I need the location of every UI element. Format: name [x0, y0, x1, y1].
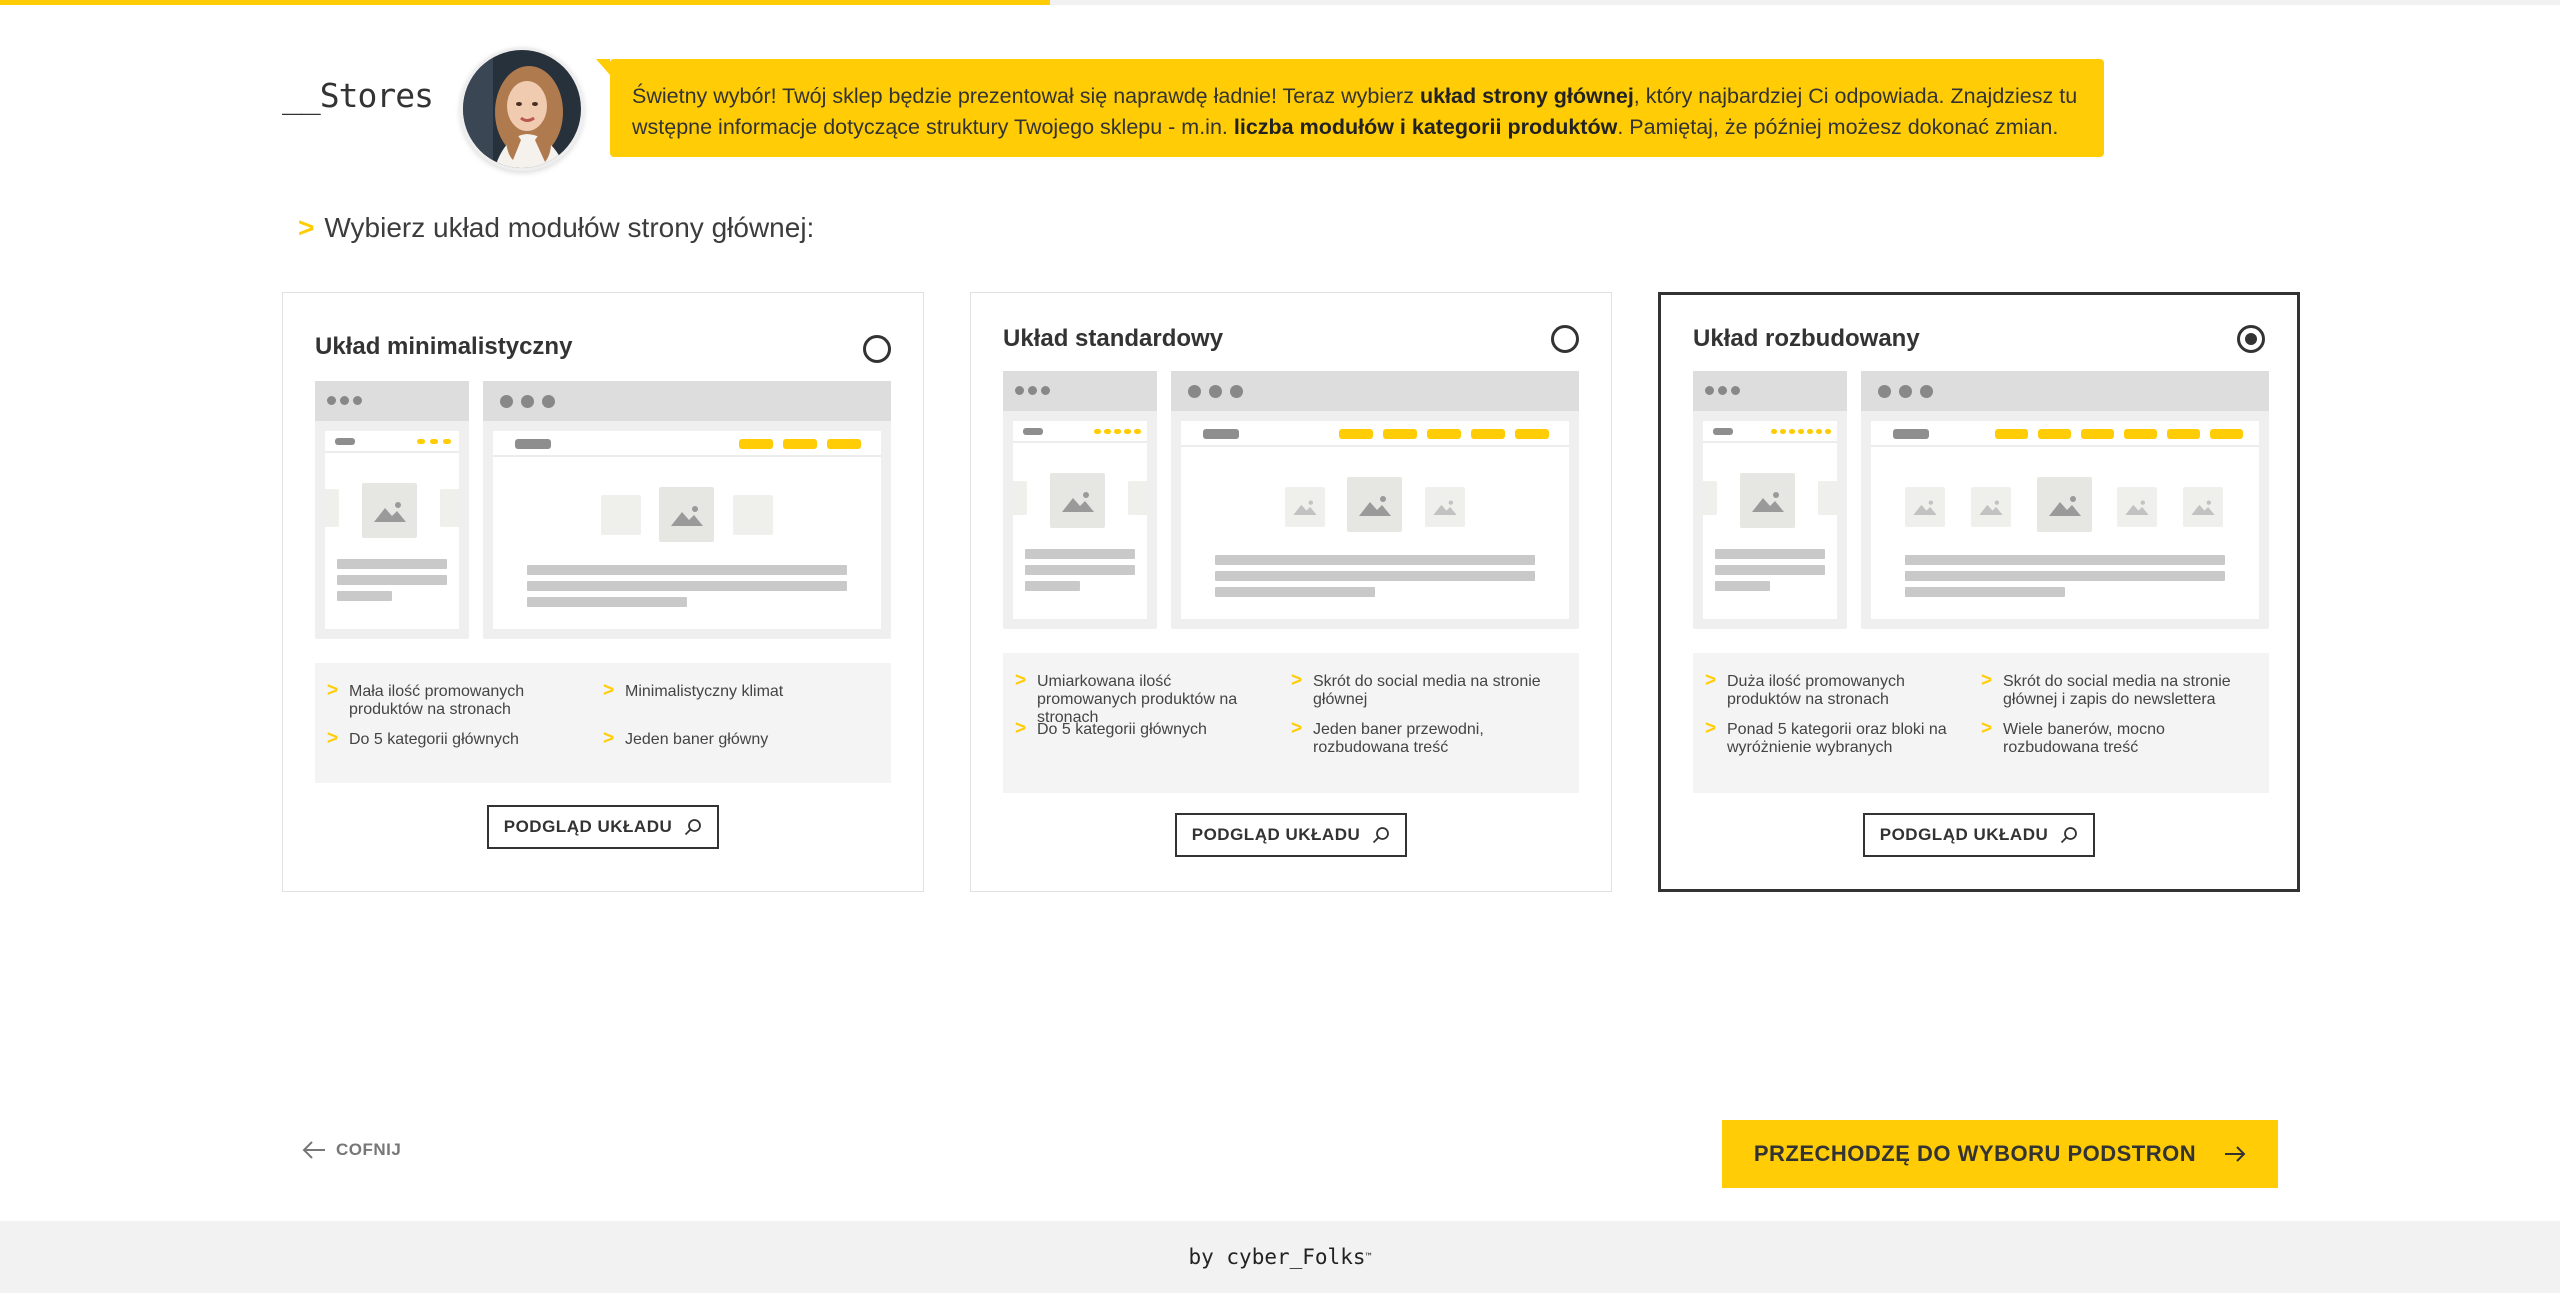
search-icon: [1373, 827, 1390, 844]
image-placeholder-icon: [362, 483, 417, 538]
layout-mockup: [1693, 371, 2269, 629]
feature-item: > Wiele banerów, mocno rozbudowana treść: [1981, 718, 2165, 756]
message-bold-text: liczba modułów i kategorii produktów: [1233, 115, 1618, 139]
layout-card-extended[interactable]: Układ rozbudowany > Duża ilość promowany…: [1658, 292, 2300, 892]
chevron-right-icon: >: [327, 680, 339, 701]
preview-button-label: PODGLĄD UKŁADU: [1879, 825, 2049, 844]
assistant-avatar: [460, 47, 584, 171]
layout-title: Układ rozbudowany: [1693, 325, 1920, 352]
feature-item: > Umiarkowana ilość promowanych produktów…: [1015, 670, 1238, 726]
features-box: > Mała ilość promowanych produktów na str…: [315, 663, 891, 783]
feature-item: > Skrót do social media na stronie główne…: [1291, 670, 1541, 708]
feature-item: > Do 5 kategorii głównych: [327, 728, 519, 749]
message-text: Świetny wybór! Twój sklep będzie prezent…: [632, 84, 1420, 108]
layout-radio[interactable]: [863, 335, 891, 363]
arrow-left-icon: [302, 1141, 325, 1159]
image-placeholder-icon: [2037, 477, 2092, 532]
footer-prefix: by: [1188, 1245, 1227, 1269]
preview-layout-button[interactable]: PODGLĄD UKŁADU: [487, 805, 719, 849]
layout-mockup: [1003, 371, 1579, 629]
mobile-preview: [1003, 371, 1157, 629]
image-placeholder-icon: [659, 487, 714, 542]
chevron-right-icon: >: [603, 728, 615, 749]
layout-card-standard[interactable]: Układ standardowy > Umiarkowana ilość pr…: [970, 292, 1612, 892]
feature-item: > Jeden baner główny: [603, 728, 769, 749]
progress-fill: [0, 0, 1050, 5]
section-title-text: Wybierz układ modułów strony głównej:: [324, 212, 815, 243]
assistant-message: Świetny wybór! Twój sklep będzie prezent…: [596, 59, 2104, 157]
feature-item: > Do 5 kategorii głównych: [1015, 718, 1207, 739]
chevron-right-icon: >: [327, 728, 339, 749]
image-placeholder-icon: [1740, 473, 1795, 528]
mobile-preview: [315, 381, 469, 639]
chevron-right-icon: >: [1291, 670, 1303, 691]
chevron-right-icon: >: [1981, 718, 1993, 739]
layout-title: Układ minimalistyczny: [315, 333, 573, 360]
chevron-right-icon: >: [1705, 718, 1717, 739]
layout-mockup: [315, 381, 891, 639]
next-step-button[interactable]: PRZECHODZĘ DO WYBORU PODSTRON: [1722, 1120, 2278, 1188]
feature-item: > Mała ilość promowanych produktów na str…: [327, 680, 525, 718]
chevron-right-icon: >: [1291, 718, 1303, 739]
message-text: . Pamiętaj, że później możesz dokonać zm…: [1617, 115, 2059, 139]
desktop-preview: [1171, 371, 1579, 629]
mobile-preview: [1693, 371, 1847, 629]
layout-radio[interactable]: [2237, 325, 2265, 353]
chevron-right-icon: >: [1015, 670, 1027, 691]
layout-title: Układ standardowy: [1003, 325, 1224, 352]
trademark-symbol: ™: [1365, 1251, 1372, 1263]
search-icon: [2061, 827, 2078, 844]
features-box: > Duża ilość promowanych produktów na str…: [1693, 653, 2269, 793]
feature-item: > Skrót do social media na stronie główne…: [1981, 670, 2231, 708]
preview-button-label: PODGLĄD UKŁADU: [503, 817, 673, 836]
chevron-right-icon: >: [1705, 670, 1717, 691]
feature-item: > Duża ilość promowanych produktów na str…: [1705, 670, 1905, 708]
back-button-label: COFNIJ: [336, 1140, 402, 1159]
preview-button-label: PODGLĄD UKŁADU: [1191, 825, 1361, 844]
footer-brand[interactable]: cyber_Folks: [1226, 1245, 1365, 1269]
feature-item: > Ponad 5 kategorii oraz bloki na wyróżni…: [1705, 718, 1947, 756]
message-bold-text: układ strony głównej: [1419, 84, 1634, 108]
chevron-right-icon: >: [1981, 670, 1993, 691]
features-box: > Umiarkowana ilość promowanych produktów…: [1003, 653, 1579, 793]
image-placeholder-icon: [1347, 477, 1402, 532]
desktop-preview: [483, 381, 891, 639]
preview-layout-button[interactable]: PODGLĄD UKŁADU: [1863, 813, 2095, 857]
feature-item: > Minimalistyczny klimat: [603, 680, 784, 701]
chevron-right-icon: >: [603, 680, 615, 701]
chevron-right-icon: >: [1015, 718, 1027, 739]
layout-radio[interactable]: [1551, 325, 1579, 353]
search-icon: [685, 819, 702, 836]
footer: by cyber_Folks ™: [0, 1221, 2560, 1293]
stores-logo: __Stores: [282, 76, 434, 115]
section-title: > Wybierz układ modułów strony głównej:: [298, 212, 814, 244]
preview-layout-button[interactable]: PODGLĄD UKŁADU: [1175, 813, 1407, 857]
back-button[interactable]: COFNIJ: [302, 1140, 401, 1160]
arrow-right-icon: [2225, 1146, 2246, 1162]
next-step-label: PRZECHODZĘ DO WYBORU PODSTRON: [1753, 1141, 2197, 1166]
desktop-preview: [1861, 371, 2269, 629]
feature-item: > Jeden baner przewodni, rozbudowana treś…: [1291, 718, 1484, 756]
image-placeholder-icon: [1050, 473, 1105, 528]
progress-track: [0, 0, 2560, 5]
chevron-right-icon: >: [298, 212, 315, 243]
layout-card-minimal[interactable]: Układ minimalistyczny > Mała ilość promo…: [282, 292, 924, 892]
